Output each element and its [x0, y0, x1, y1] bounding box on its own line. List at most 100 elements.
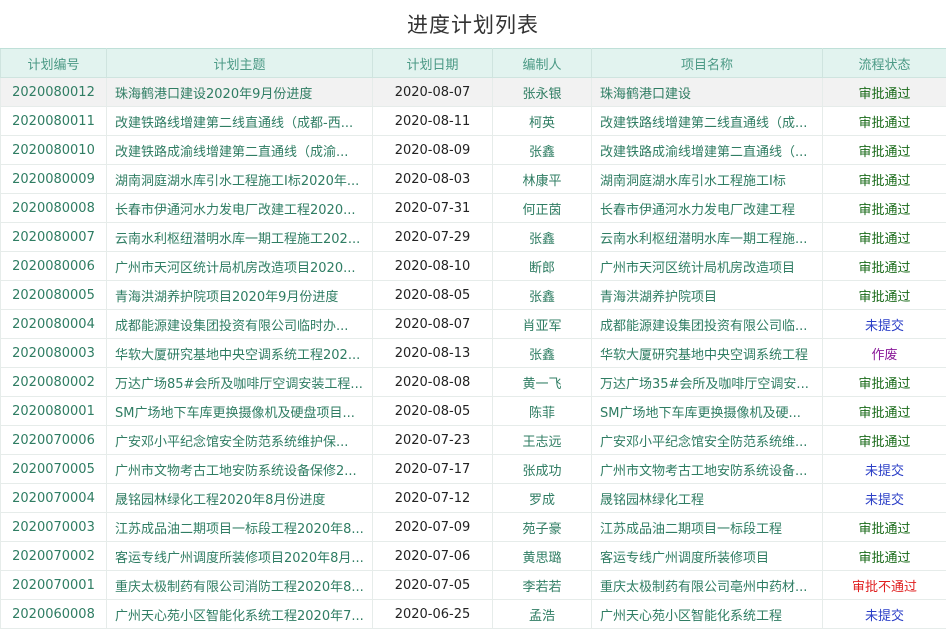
cell-plan-code: 2020070006: [0, 425, 107, 455]
cell-flow-status: 审批通过: [822, 280, 946, 310]
cell-project-name: 改建铁路成渝线增建第二直通线（...: [591, 135, 823, 165]
table-body: 2020080012 珠海鹤港口建设2020年9月份进度 2020-08-07 张永银…: [0, 77, 946, 629]
table-row[interactable]: 2020080010 改建铁路成渝线增建第二直通线（成渝... 2020-08-09…: [0, 135, 946, 165]
table-row[interactable]: 2020070002 客运专线广州调度所装修项目2020年8月... 2020-07…: [0, 541, 946, 571]
cell-plan-topic: 华软大厦研究基地中央空调系统工程202...: [106, 338, 373, 368]
cell-plan-date: 2020-08-13: [372, 338, 493, 368]
cell-flow-status: 审批通过: [822, 164, 946, 194]
cell-flow-status: 作废: [822, 338, 946, 368]
column-header-author[interactable]: 编制人: [492, 48, 592, 78]
column-header-status[interactable]: 流程状态: [822, 48, 946, 78]
cell-plan-code: 2020080004: [0, 309, 107, 339]
table-row[interactable]: 2020080011 改建铁路线增建第二线直通线（成都-西... 2020-08-1…: [0, 106, 946, 136]
table-row[interactable]: 2020080003 华软大厦研究基地中央空调系统工程202... 2020-08-…: [0, 338, 946, 368]
cell-project-name: 华软大厦研究基地中央空调系统工程: [591, 338, 823, 368]
table-row[interactable]: 2020070004 晟铭园林绿化工程2020年8月份进度 2020-07-12 罗成…: [0, 483, 946, 513]
cell-author: 苑子豪: [492, 512, 592, 542]
cell-plan-topic: 客运专线广州调度所装修项目2020年8月...: [106, 541, 373, 571]
table-row[interactable]: 2020080012 珠海鹤港口建设2020年9月份进度 2020-08-07 张永银…: [0, 77, 946, 107]
cell-plan-code: 2020080007: [0, 222, 107, 252]
cell-plan-date: 2020-08-08: [372, 367, 493, 397]
cell-plan-date: 2020-08-07: [372, 77, 493, 107]
cell-plan-topic: 广州天心苑小区智能化系统工程2020年7...: [106, 599, 373, 629]
cell-flow-status: 未提交: [822, 454, 946, 484]
cell-plan-topic: 长春市伊通河水力发电厂改建工程2020...: [106, 193, 373, 223]
table-row[interactable]: 2020060008 广州天心苑小区智能化系统工程2020年7... 2020-06…: [0, 599, 946, 629]
cell-plan-code: 2020070005: [0, 454, 107, 484]
table-row[interactable]: 2020070005 广州市文物考古工地安防系统设备保修2... 2020-07-1…: [0, 454, 946, 484]
cell-flow-status: 审批通过: [822, 251, 946, 281]
cell-plan-date: 2020-07-17: [372, 454, 493, 484]
cell-plan-code: 2020080002: [0, 367, 107, 397]
table-row[interactable]: 2020080006 广州市天河区统计局机房改造项目2020... 2020-08-…: [0, 251, 946, 281]
cell-plan-code: 2020070001: [0, 570, 107, 600]
cell-author: 林康平: [492, 164, 592, 194]
cell-flow-status: 未提交: [822, 309, 946, 339]
cell-plan-topic: 广州市天河区统计局机房改造项目2020...: [106, 251, 373, 281]
cell-plan-date: 2020-07-09: [372, 512, 493, 542]
table-row[interactable]: 2020080004 成都能源建设集团投资有限公司临时办... 2020-08-07…: [0, 309, 946, 339]
column-header-project[interactable]: 项目名称: [591, 48, 823, 78]
page-title: 进度计划列表: [407, 13, 539, 37]
cell-plan-date: 2020-07-06: [372, 541, 493, 571]
column-header-date[interactable]: 计划日期: [372, 48, 493, 78]
cell-plan-topic: 改建铁路成渝线增建第二直通线（成渝...: [106, 135, 373, 165]
cell-plan-code: 2020080012: [0, 77, 107, 107]
cell-project-name: 湖南洞庭湖水库引水工程施工I标: [591, 164, 823, 194]
cell-author: 张鑫: [492, 222, 592, 252]
cell-project-name: 广州市文物考古工地安防系统设备...: [591, 454, 823, 484]
cell-project-name: 广州市天河区统计局机房改造项目: [591, 251, 823, 281]
cell-flow-status: 审批通过: [822, 77, 946, 107]
cell-plan-topic: 云南水利枢纽潜明水库一期工程施工202...: [106, 222, 373, 252]
table-row[interactable]: 2020080007 云南水利枢纽潜明水库一期工程施工202... 2020-07-…: [0, 222, 946, 252]
cell-author: 张成功: [492, 454, 592, 484]
table-row[interactable]: 2020080008 长春市伊通河水力发电厂改建工程2020... 2020-07-…: [0, 193, 946, 223]
cell-plan-date: 2020-07-31: [372, 193, 493, 223]
cell-author: 陈菲: [492, 396, 592, 426]
cell-project-name: 广州天心苑小区智能化系统工程: [591, 599, 823, 629]
table-row[interactable]: 2020070006 广安邓小平纪念馆安全防范系统维护保... 2020-07-23…: [0, 425, 946, 455]
column-header-code[interactable]: 计划编号: [0, 48, 107, 78]
cell-author: 罗成: [492, 483, 592, 513]
cell-plan-date: 2020-07-05: [372, 570, 493, 600]
cell-author: 王志远: [492, 425, 592, 455]
cell-plan-date: 2020-08-09: [372, 135, 493, 165]
table-row[interactable]: 2020080001 SM广场地下车库更换摄像机及硬盘项目... 2020-08-0…: [0, 396, 946, 426]
table-row[interactable]: 2020070001 重庆太极制药有限公司消防工程2020年8... 2020-07…: [0, 570, 946, 600]
cell-flow-status: 审批通过: [822, 367, 946, 397]
cell-plan-date: 2020-08-11: [372, 106, 493, 136]
cell-flow-status: 未提交: [822, 483, 946, 513]
cell-author: 张鑫: [492, 280, 592, 310]
progress-plan-page: 进度计划列表 计划编号 计划主题 计划日期 编制人 项目名称 流程状态 2020…: [0, 0, 946, 629]
cell-plan-date: 2020-07-12: [372, 483, 493, 513]
cell-flow-status: 审批通过: [822, 106, 946, 136]
cell-project-name: 云南水利枢纽潜明水库一期工程施...: [591, 222, 823, 252]
table-row[interactable]: 2020070003 江苏成品油二期项目一标段工程2020年8... 2020-07…: [0, 512, 946, 542]
column-header-topic[interactable]: 计划主题: [106, 48, 373, 78]
cell-plan-code: 2020060008: [0, 599, 107, 629]
cell-project-name: 江苏成品油二期项目一标段工程: [591, 512, 823, 542]
cell-project-name: 珠海鹤港口建设: [591, 77, 823, 107]
cell-plan-code: 2020070003: [0, 512, 107, 542]
cell-project-name: 广安邓小平纪念馆安全防范系统维...: [591, 425, 823, 455]
cell-plan-code: 2020080005: [0, 280, 107, 310]
cell-flow-status: 审批通过: [822, 135, 946, 165]
cell-author: 张永银: [492, 77, 592, 107]
cell-plan-topic: 湖南洞庭湖水库引水工程施工I标2020年...: [106, 164, 373, 194]
cell-flow-status: 审批通过: [822, 193, 946, 223]
table-row[interactable]: 2020080005 青海洪湖养护院项目2020年9月份进度 2020-08-05 张…: [0, 280, 946, 310]
cell-plan-code: 2020080001: [0, 396, 107, 426]
table-row[interactable]: 2020080009 湖南洞庭湖水库引水工程施工I标2020年... 2020-08…: [0, 164, 946, 194]
cell-plan-topic: 广州市文物考古工地安防系统设备保修2...: [106, 454, 373, 484]
cell-plan-topic: 改建铁路线增建第二线直通线（成都-西...: [106, 106, 373, 136]
cell-project-name: 长春市伊通河水力发电厂改建工程: [591, 193, 823, 223]
table-row[interactable]: 2020080002 万达广场85#会所及咖啡厅空调安装工程... 2020-08-…: [0, 367, 946, 397]
cell-plan-topic: 江苏成品油二期项目一标段工程2020年8...: [106, 512, 373, 542]
cell-project-name: 改建铁路线增建第二线直通线（成...: [591, 106, 823, 136]
table-header: 计划编号 计划主题 计划日期 编制人 项目名称 流程状态: [0, 48, 946, 78]
cell-plan-code: 2020080006: [0, 251, 107, 281]
cell-flow-status: 审批通过: [822, 425, 946, 455]
cell-plan-date: 2020-08-05: [372, 396, 493, 426]
cell-plan-date: 2020-08-10: [372, 251, 493, 281]
cell-plan-topic: 广安邓小平纪念馆安全防范系统维护保...: [106, 425, 373, 455]
